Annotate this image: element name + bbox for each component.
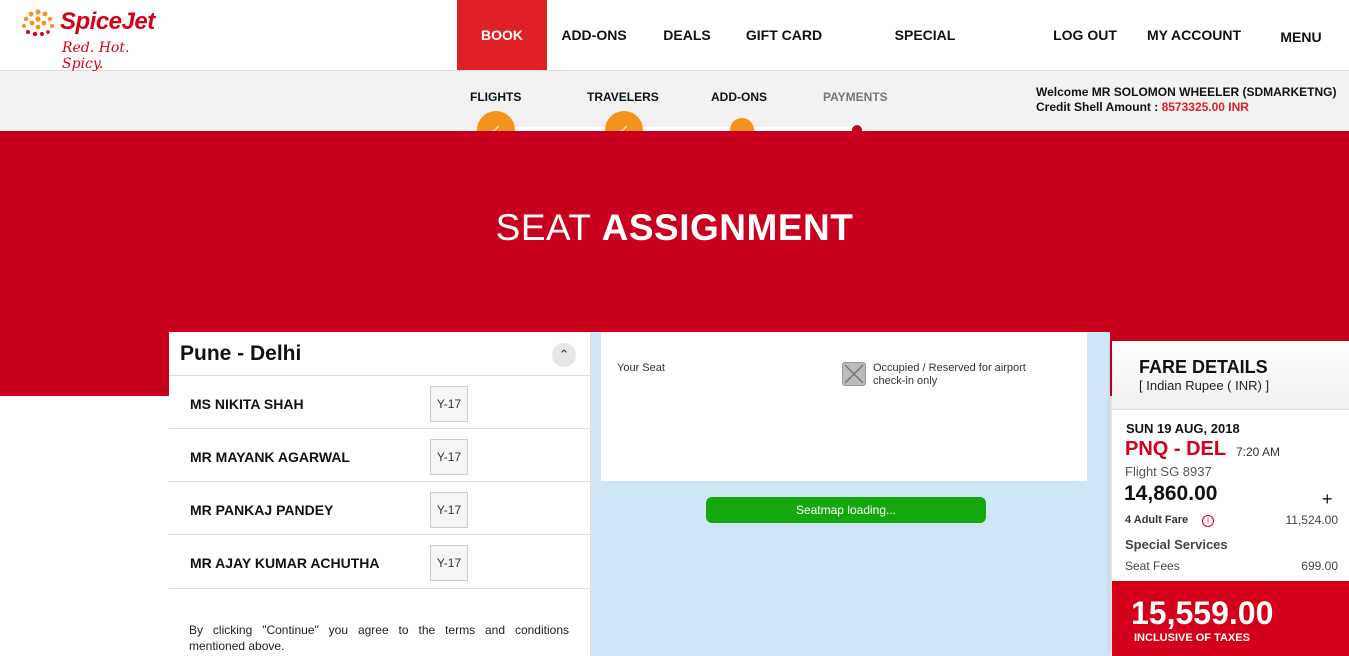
nav-gift-card[interactable]: GIFT CARD xyxy=(743,0,825,70)
fare-details-panel: FARE DETAILS [ Indian Rupee ( INR) ] SUN… xyxy=(1112,341,1349,656)
welcome-text: Welcome MR SOLOMON WHEELER (SDMARKETNG) xyxy=(1036,85,1337,99)
seat-fees-value: 699.00 xyxy=(1301,559,1338,573)
brand-tagline: Red. Hot. Spicy. xyxy=(62,40,130,72)
fare-currency: [ Indian Rupee ( INR) ] xyxy=(1139,378,1270,393)
seat-select-button[interactable]: Y-17 xyxy=(430,545,468,581)
flight-time: 7:20 AM xyxy=(1236,445,1281,459)
adult-fare-label: 4 Adult Fare xyxy=(1125,514,1189,526)
legend-occupied: Occupied / Reserved for airport check-in… xyxy=(873,362,1026,387)
total-note: INCLUSIVE OF TAXES xyxy=(1134,632,1250,644)
seat-select-button[interactable]: Y-17 xyxy=(430,492,468,528)
brand-name: SpiceJet xyxy=(60,8,155,35)
flight-number: Flight SG 8937 xyxy=(1125,464,1212,479)
grand-total-box: 15,559.00 INCLUSIVE OF TAXES xyxy=(1112,581,1349,656)
passenger-row: MR MAYANK AGARWAL Y-17 xyxy=(169,428,590,482)
seat-fees-label: Seat Fees xyxy=(1125,559,1180,573)
terms-text: By clicking "Continue" you agree to the … xyxy=(189,623,569,653)
credit-shell-label: Credit Shell Amount : xyxy=(1036,100,1159,114)
seat-select-button[interactable]: Y-17 xyxy=(430,439,468,475)
legend-your-seat: Your Seat xyxy=(617,362,665,374)
step-payments-label: PAYMENTS xyxy=(823,90,888,104)
nav-deals[interactable]: DEALS xyxy=(659,0,715,70)
flight-route: PNQ - DEL xyxy=(1125,438,1227,460)
seatmap-loading-indicator: Seatmap loading... xyxy=(706,497,986,523)
adult-fare-value: 11,524.00 xyxy=(1285,513,1339,527)
fare-header: FARE DETAILS [ Indian Rupee ( INR) ] xyxy=(1112,341,1349,410)
nav-special-assistance[interactable]: SPECIAL ASSISTANCE xyxy=(849,0,1001,113)
passenger-row: MR AJAY KUMAR ACHUTHA Y-17 xyxy=(169,534,590,589)
passenger-name: MR PANKAJ PANDEY xyxy=(190,502,334,518)
collapse-chevron-up-icon[interactable]: ⌃ xyxy=(552,343,576,367)
step-travelers-label[interactable]: TRAVELERS xyxy=(587,90,659,104)
passenger-row: MR PANKAJ PANDEY Y-17 xyxy=(169,481,590,535)
base-fare-total: 14,860.00 xyxy=(1124,482,1218,505)
seatmap-area: Your Seat Occupied / Reserved for airpor… xyxy=(591,332,1110,656)
fare-title: FARE DETAILS xyxy=(1139,357,1268,377)
spicejet-logo[interactable]: SpiceJet Red. Hot. Spicy. xyxy=(18,6,158,72)
page-title-light: SEAT xyxy=(495,207,591,248)
passenger-row: MS NIKITA SHAH Y-17 xyxy=(169,375,590,429)
nav-my-account[interactable]: MY ACCOUNT xyxy=(1143,0,1245,70)
occupied-seat-icon xyxy=(842,362,866,386)
credit-shell-amount: 8573325.00 INR xyxy=(1161,100,1249,114)
passenger-seat-panel: Pune - Delhi ⌃ MS NIKITA SHAH Y-17 MR MA… xyxy=(169,332,591,656)
route-title: Pune - Delhi xyxy=(180,342,302,365)
nav-menu[interactable]: MENU xyxy=(1277,2,1325,72)
top-header: SpiceJet Red. Hot. Spicy. BOOK ADD-ONS D… xyxy=(0,0,1349,113)
user-welcome: Welcome MR SOLOMON WHEELER (SDMARKETNG) … xyxy=(1036,85,1336,115)
expand-plus-icon[interactable]: + xyxy=(1322,489,1333,510)
sun-dots-icon xyxy=(22,9,54,37)
step-flights-label[interactable]: FLIGHTS xyxy=(470,90,521,104)
seat-legend: Your Seat Occupied / Reserved for airpor… xyxy=(601,332,1087,481)
grand-total-value: 15,559.00 xyxy=(1131,595,1274,631)
seat-select-button[interactable]: Y-17 xyxy=(430,386,468,422)
step-add-ons-label: ADD-ONS xyxy=(711,90,767,104)
credit-shell: Credit Shell Amount : 8573325.00 INR xyxy=(1036,100,1336,115)
passenger-name: MS NIKITA SHAH xyxy=(190,396,304,412)
flight-date: SUN 19 AUG, 2018 xyxy=(1126,421,1240,436)
nav-log-out[interactable]: LOG OUT xyxy=(1049,0,1121,70)
special-services-label: Special Services xyxy=(1125,537,1228,552)
page-title: SEAT ASSIGNMENT xyxy=(0,207,1349,249)
nav-book[interactable]: BOOK xyxy=(457,0,547,70)
passenger-name: MR MAYANK AGARWAL xyxy=(190,449,350,465)
passenger-name: MR AJAY KUMAR ACHUTHA xyxy=(190,555,380,571)
page-title-bold: ASSIGNMENT xyxy=(601,207,854,248)
nav-add-ons[interactable]: ADD-ONS xyxy=(557,0,631,70)
info-icon[interactable]: i xyxy=(1202,515,1214,527)
